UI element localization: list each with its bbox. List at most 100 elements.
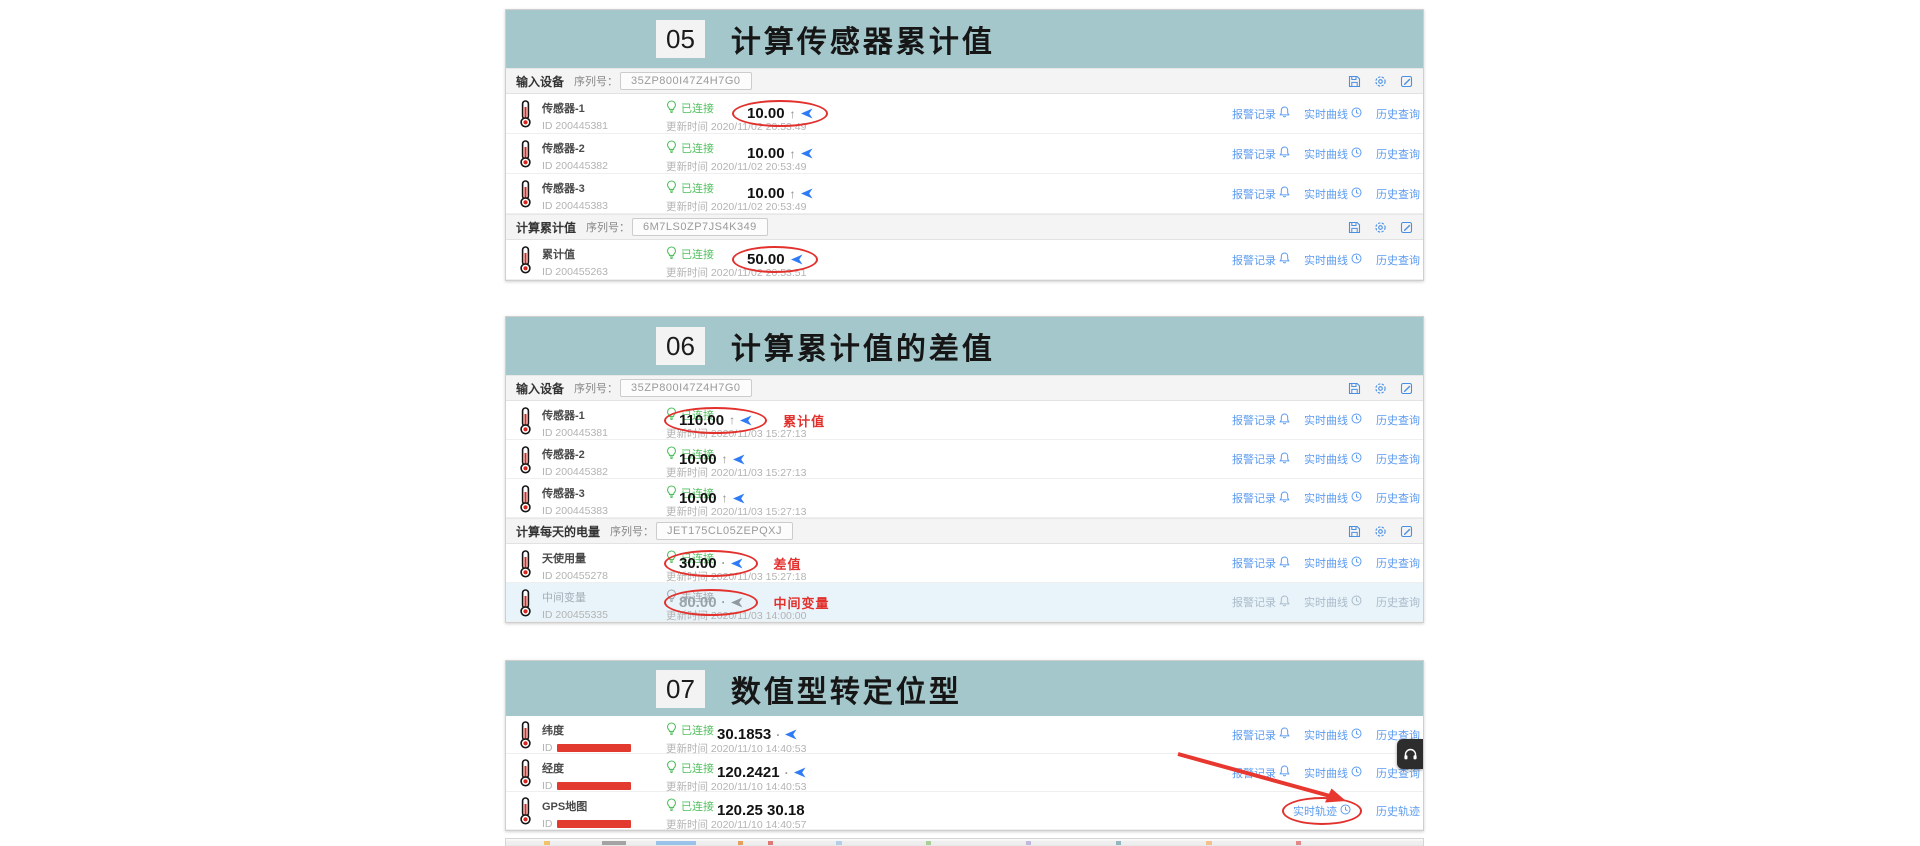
save-icon[interactable] <box>1348 221 1361 234</box>
sensor-name: 纬度 <box>542 722 631 738</box>
row-action-link[interactable]: 报警记录 <box>1232 727 1290 743</box>
row-action-link[interactable]: 历史查询 <box>1376 106 1424 122</box>
sensor-id-text: ID 200445381 <box>542 120 608 132</box>
row-action-link[interactable]: 报警记录 <box>1232 146 1290 162</box>
row-action-link[interactable]: 实时轨迹 <box>1293 803 1351 819</box>
panel-body: 输入设备 序列号： 35ZP800I47Z4H7G0 传感器-1 ID 2004… <box>506 375 1423 622</box>
row-action-link[interactable]: 历史查询 <box>1376 451 1424 467</box>
row-action-link[interactable]: 实时曲线 <box>1304 106 1362 122</box>
sensor-name-block: 天使用量 ID 200455278 <box>542 550 608 582</box>
gear-icon[interactable] <box>1374 382 1387 395</box>
thermometer-icon <box>519 180 532 208</box>
sensor-row: 传感器-3 ID 200445383 已连接 更新时间 2020/11/03 1… <box>506 479 1423 518</box>
sensor-name-block: 经度 ID <box>542 760 631 792</box>
sensor-id: ID 200445383 <box>542 505 608 517</box>
sensor-id-text: ID 200455263 <box>542 266 608 278</box>
row-action-link[interactable]: 报警记录 <box>1232 451 1290 467</box>
trend-icon <box>1423 491 1424 502</box>
thermometer-icon <box>519 759 532 792</box>
bulb-icon <box>666 140 677 153</box>
tutorial-panel: 06 计算累计值的差值 输入设备 序列号： 35ZP800I47Z4H7G0 传… <box>505 316 1424 623</box>
sensor-row: 传感器-2 ID 200445382 已连接 更新时间 2020/11/03 1… <box>506 440 1423 479</box>
sensor-name-block: 传感器-2 ID 200445382 <box>542 446 608 478</box>
panel-title: 计算传感器累计值 <box>731 17 995 61</box>
gear-icon[interactable] <box>1374 75 1387 88</box>
row-action-link[interactable]: 报警记录 <box>1232 765 1290 781</box>
row-action-link[interactable]: 报警记录 <box>1232 490 1290 506</box>
row-action-link[interactable]: 历史查询 <box>1376 594 1424 610</box>
edit-icon[interactable] <box>1400 382 1413 395</box>
panel-body: 输入设备 序列号： 35ZP800I47Z4H7G0 传感器-1 ID 2004… <box>506 68 1423 280</box>
edit-icon[interactable] <box>1400 221 1413 234</box>
value-marks: · <box>722 556 743 570</box>
edit-icon[interactable] <box>1400 525 1413 538</box>
bulb-icon <box>666 100 677 113</box>
sensor-row: 经度 ID 已连接 更新时间 2020/11/10 14:40:53 120.2… <box>506 754 1423 792</box>
row-action-link[interactable]: 实时曲线 <box>1304 555 1362 571</box>
row-action-link[interactable]: 实时曲线 <box>1304 490 1362 506</box>
sensor-name: GPS地图 <box>542 798 631 814</box>
serial-number: 35ZP800I47Z4H7G0 <box>620 72 752 90</box>
support-widget-button[interactable] <box>1397 739 1423 769</box>
row-actions: 报警记录实时曲线历史查询 <box>1232 754 1424 791</box>
sensor-row: GPS地图 ID 已连接 更新时间 2020/11/10 14:40:57 12… <box>506 792 1423 830</box>
row-action-link[interactable]: 报警记录 <box>1232 555 1290 571</box>
row-action-link[interactable]: 历史查询 <box>1376 555 1424 571</box>
row-action-link[interactable]: 实时曲线 <box>1304 727 1362 743</box>
serial-number: JET175CL05ZEPQXJ <box>656 522 793 540</box>
bulb-icon <box>666 798 677 811</box>
value-highlight-ellipse: 10.00 ↑ <box>732 180 828 207</box>
gear-icon[interactable] <box>1374 221 1387 234</box>
sensor-row: 中间变量 ID 200455335 未连接 更新时间 2020/11/03 14… <box>506 583 1423 622</box>
sensor-id: ID 200445381 <box>542 427 608 439</box>
sensor-name-block: 传感器-1 ID 200445381 <box>542 407 608 439</box>
thermometer-icon <box>519 485 532 513</box>
sensor-name-block: 传感器-2 ID 200445382 <box>542 140 608 172</box>
sensor-row: 累计值 ID 200455263 已连接 更新时间 2020/11/02 20:… <box>506 240 1423 280</box>
row-action-link[interactable]: 历史查询 <box>1376 490 1424 506</box>
row-action-link[interactable]: 历史查询 <box>1376 252 1424 268</box>
annotation-label: 累计值 <box>783 411 825 430</box>
row-action-link[interactable]: 实时曲线 <box>1304 252 1362 268</box>
row-action-link[interactable]: 历史查询 <box>1376 186 1424 202</box>
row-action-link[interactable]: 报警记录 <box>1232 252 1290 268</box>
thermometer-icon <box>519 140 532 168</box>
sensor-value-block: 50.00 <box>732 240 818 279</box>
sensor-row: 纬度 ID 已连接 更新时间 2020/11/10 14:40:53 30.18… <box>506 716 1423 754</box>
value-highlight-ellipse: 110.00 ↑ <box>664 407 767 434</box>
sensor-value-block: 10.00 ↑ <box>664 479 760 517</box>
row-action-link[interactable]: 报警记录 <box>1232 186 1290 202</box>
row-action-link[interactable]: 报警记录 <box>1232 594 1290 610</box>
save-icon[interactable] <box>1348 525 1361 538</box>
row-actions: 实时轨迹 历史轨迹 <box>1282 792 1424 829</box>
gear-icon[interactable] <box>1374 525 1387 538</box>
row-action-link[interactable]: 历史查询 <box>1376 412 1424 428</box>
save-icon[interactable] <box>1348 382 1361 395</box>
row-actions: 报警记录实时曲线历史查询 <box>1232 134 1424 173</box>
sensor-id-text: ID 200445383 <box>542 200 608 212</box>
row-action-link[interactable]: 实时曲线 <box>1304 765 1362 781</box>
sensor-id-text: ID 200445381 <box>542 427 608 439</box>
thermometer-icon <box>519 721 532 754</box>
edit-icon[interactable] <box>1400 75 1413 88</box>
serial-number-label: 序列号： <box>586 219 630 235</box>
row-action-link[interactable]: 实时曲线 <box>1304 451 1362 467</box>
thermometer-icon <box>519 140 532 173</box>
serial-number: 6M7LS0ZP7JS4K349 <box>632 218 768 236</box>
row-action-link[interactable]: 历史轨迹 <box>1376 803 1424 819</box>
row-action-link[interactable]: 实时曲线 <box>1304 186 1362 202</box>
row-action-link[interactable]: 实时曲线 <box>1304 146 1362 162</box>
bell-icon <box>1279 452 1290 464</box>
row-action-link[interactable]: 实时曲线 <box>1304 594 1362 610</box>
row-action-link[interactable]: 实时曲线 <box>1304 412 1362 428</box>
arrow-left-blue-icon <box>800 148 813 159</box>
save-icon[interactable] <box>1348 75 1361 88</box>
row-action-link[interactable]: 报警记录 <box>1232 412 1290 428</box>
trend-icon <box>1423 413 1424 424</box>
bell-icon <box>1279 727 1290 739</box>
row-actions: 报警记录实时曲线历史查询 <box>1232 544 1424 582</box>
sensor-id: ID 200445382 <box>542 466 608 478</box>
section-toolbar <box>1348 75 1413 88</box>
row-action-link[interactable]: 历史查询 <box>1376 146 1424 162</box>
row-action-link[interactable]: 报警记录 <box>1232 106 1290 122</box>
